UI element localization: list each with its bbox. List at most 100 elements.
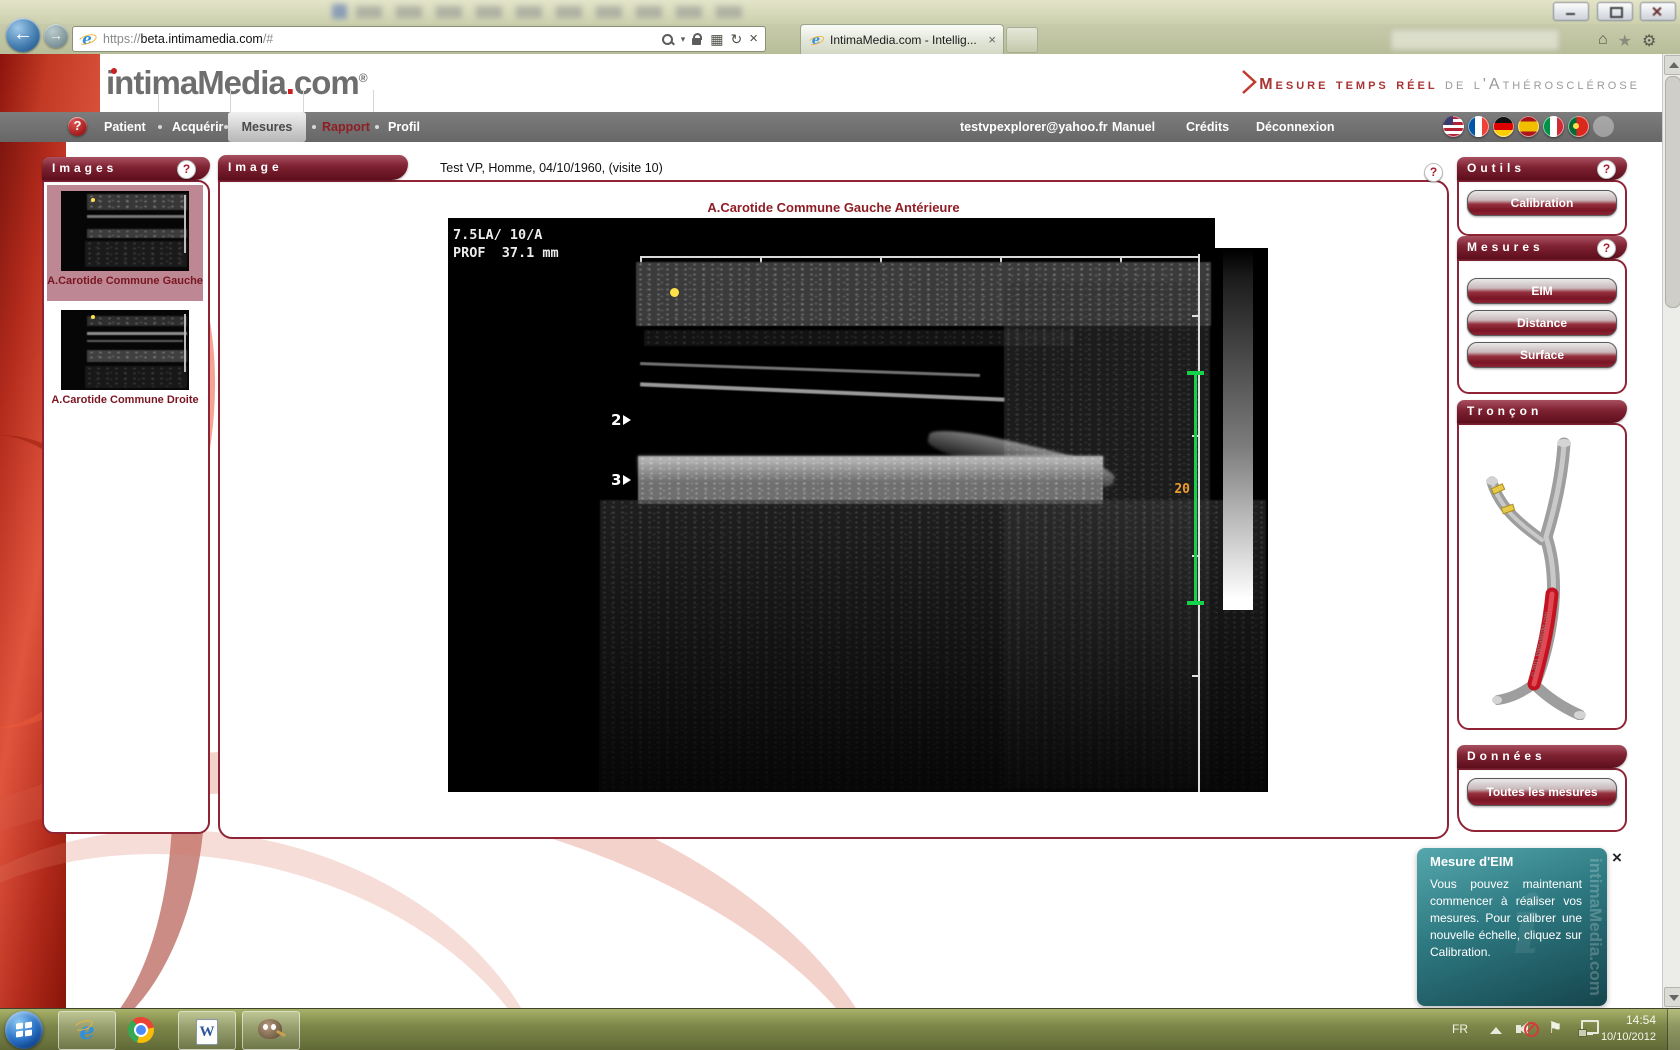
taskbar: e W FR ⚑ 14: <box>0 1008 1680 1050</box>
troncon-panel-tab: Tronçon <box>1457 400 1627 423</box>
image-panel-help-icon[interactable]: ? <box>1424 163 1443 182</box>
tray-expand-icon[interactable] <box>1490 1027 1502 1034</box>
nav-item-acquerir[interactable]: Acquérir <box>172 112 223 142</box>
distance-button[interactable]: Distance <box>1467 310 1617 336</box>
measurement-line[interactable] <box>1194 373 1197 603</box>
flag-fr-icon[interactable] <box>1468 116 1489 137</box>
address-bar[interactable]: e https://beta.intimamedia.com/# ▾ ▦ ↻ × <box>72 26 766 52</box>
user-email: testvpexplorer@yahoo.fr <box>960 112 1108 142</box>
tools-gear-icon[interactable]: ⚙ <box>1642 31 1656 51</box>
nav-help-icon[interactable]: ? <box>68 117 87 136</box>
calibration-button[interactable]: Calibration <box>1467 190 1617 216</box>
taskbar-ie-app[interactable]: e <box>58 1011 116 1050</box>
nav-item-mesures[interactable]: Mesures <box>228 112 306 142</box>
flag-us-icon[interactable] <box>1443 116 1464 137</box>
start-button[interactable] <box>5 1011 43 1049</box>
forward-button[interactable]: → <box>44 24 68 48</box>
header-tick <box>230 90 231 112</box>
flag-de-icon[interactable] <box>1493 116 1514 137</box>
outils-help-icon[interactable]: ? <box>1597 160 1616 179</box>
gimp-icon <box>258 1019 282 1039</box>
background-search-box <box>1390 29 1560 51</box>
eim-button[interactable]: EIM <box>1467 278 1617 304</box>
tray-clock[interactable]: 14:54 10/10/2012 <box>1580 1012 1656 1046</box>
images-panel-body: A.Carotide Commune Gauche A.Carotide Com… <box>42 180 210 834</box>
taskbar-gimp-app[interactable] <box>242 1011 300 1050</box>
nav-link-credits[interactable]: Crédits <box>1186 112 1229 142</box>
chrome-icon <box>134 1023 148 1037</box>
logo[interactable]: intimaMedia.com® <box>106 64 368 102</box>
show-desktop-button[interactable] <box>1667 1009 1680 1050</box>
nav-link-manuel[interactable]: Manuel <box>1112 112 1155 142</box>
refresh-icon[interactable]: ↻ <box>731 32 743 46</box>
image-item-label: A.Carotide Commune Droite <box>47 394 203 406</box>
nav-item-profil[interactable]: Profil <box>388 112 420 142</box>
measurement-cap-bottom[interactable] <box>1187 601 1204 605</box>
scrollbar-up-arrow[interactable] <box>1664 55 1680 75</box>
tray-language[interactable]: FR <box>1452 1022 1468 1036</box>
flag-es-icon[interactable] <box>1518 116 1539 137</box>
search-dropdown-icon[interactable]: ▾ <box>681 34 686 45</box>
favorites-star-icon[interactable]: ★ <box>1618 31 1632 51</box>
notification-close-icon[interactable]: × <box>1612 848 1622 868</box>
compatibility-view-icon[interactable]: ▦ <box>710 32 723 46</box>
notification-watermark: intimaMedia.com <box>1585 858 1605 998</box>
search-icon[interactable] <box>661 33 674 46</box>
background-window-icon <box>332 4 347 19</box>
page-scrollbar[interactable] <box>1662 54 1680 1008</box>
page-header: intimaMedia.com® Mesure temps réel de l'… <box>0 54 1680 112</box>
tagline-chevron-icon <box>1242 70 1257 94</box>
back-button[interactable]: ← <box>6 18 40 52</box>
maximize-button[interactable] <box>1597 2 1633 21</box>
images-help-icon[interactable]: ? <box>177 160 196 179</box>
surface-button[interactable]: Surface <box>1467 342 1617 368</box>
measurement-cap-top[interactable] <box>1187 371 1204 375</box>
word-icon: W <box>196 1019 218 1045</box>
flag-pt-icon[interactable] <box>1568 116 1589 137</box>
thumbnail-carotide-gauche[interactable] <box>61 191 189 271</box>
url-host: beta.intimamedia.com <box>141 32 263 46</box>
image-panel-tab: Image <box>218 155 408 180</box>
tab-title: IntimaMedia.com - Intellig... <box>830 33 977 47</box>
us-grayscale-bar <box>1223 250 1253 610</box>
image-title: A.Carotide Commune Gauche Antérieure <box>218 200 1449 215</box>
eim-notification: intimaMedia.com i Mesure d'EIM Vous pouv… <box>1417 848 1607 1006</box>
url-text: https://beta.intimamedia.com/# <box>103 32 273 46</box>
header-tick <box>303 90 304 112</box>
lock-icon <box>692 33 703 46</box>
volume-muted-icon[interactable] <box>1516 1020 1536 1038</box>
flag-it-icon[interactable] <box>1543 116 1564 137</box>
taskbar-word-app[interactable]: W <box>178 1011 236 1050</box>
minimize-button[interactable] <box>1553 2 1589 21</box>
action-center-flag-icon[interactable]: ⚑ <box>1548 1018 1562 1038</box>
notification-title: Mesure d'EIM <box>1430 854 1513 869</box>
tagline: Mesure temps réel de l'Athérosclérose <box>1140 70 1640 94</box>
home-icon[interactable]: ⌂ <box>1598 31 1608 51</box>
toutes-les-mesures-button[interactable]: Toutes les mesures <box>1467 778 1617 806</box>
us-deep-fade <box>600 500 1266 792</box>
image-list-item-selected[interactable]: A.Carotide Commune Gauche <box>47 185 203 301</box>
stop-icon[interactable]: × <box>749 32 758 46</box>
us-marker-2: 2 <box>611 411 631 429</box>
taskbar-chrome-app[interactable] <box>128 1017 154 1043</box>
tab-close-icon[interactable]: × <box>988 32 996 47</box>
image-list-item[interactable]: A.Carotide Commune Droite <box>47 306 203 422</box>
flag-extra-icon[interactable] <box>1593 116 1614 137</box>
scrollbar-down-arrow[interactable] <box>1664 987 1680 1007</box>
browser-tab[interactable]: e IntimaMedia.com - Intellig... × <box>800 24 1004 54</box>
close-window-button[interactable] <box>1640 2 1676 21</box>
carotid-artery-diagram[interactable]: © 2011 IntimaMedia.com <box>1468 432 1613 720</box>
scrollbar-thumb[interactable] <box>1665 76 1680 308</box>
mesures-help-icon[interactable]: ? <box>1597 239 1616 258</box>
header-red-block <box>0 54 100 112</box>
thumbnail-carotide-droite[interactable] <box>61 310 189 390</box>
new-tab-button[interactable] <box>1006 27 1038 53</box>
us-corner-notch <box>1215 218 1268 248</box>
ultrasound-image[interactable]: 7.5LA/ 10/A PROF 37.1 mm 2 3 <box>448 218 1268 792</box>
nav-link-deconnexion[interactable]: Déconnexion <box>1256 112 1335 142</box>
nav-item-rapport[interactable]: Rapport <box>322 112 370 142</box>
background-window-title <box>356 6 756 18</box>
nav-item-patient[interactable]: Patient <box>104 112 146 142</box>
donnees-panel-tab: Données <box>1457 745 1627 768</box>
ie-taskbar-icon: e <box>75 1016 99 1045</box>
